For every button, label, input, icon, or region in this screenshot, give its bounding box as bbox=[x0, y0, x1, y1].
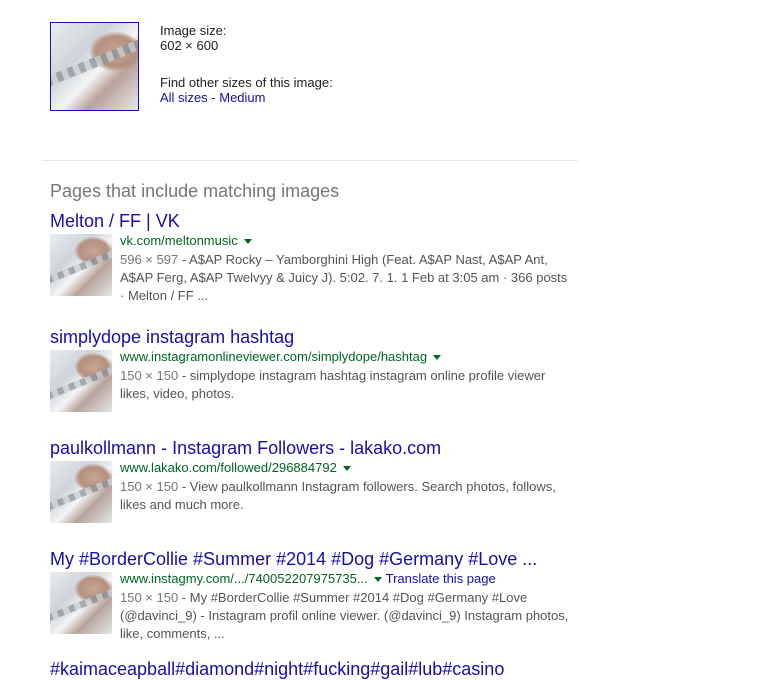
dropdown-caret-icon[interactable] bbox=[373, 577, 382, 583]
result-title-link[interactable]: My #BorderCollie #Summer #2014 #Dog #Ger… bbox=[50, 549, 537, 570]
section-divider bbox=[42, 160, 578, 161]
result-dimensions: 150 × 150 bbox=[120, 479, 179, 494]
link-separator: - bbox=[207, 90, 220, 105]
result-thumbnail[interactable] bbox=[50, 234, 112, 296]
result-snippet: 150 × 150 - View paulkollmann Instagram … bbox=[120, 478, 570, 514]
snippet-line: like, comments, ... bbox=[120, 626, 225, 641]
section-title: Pages that include matching images bbox=[50, 181, 340, 201]
query-image-thumbnail[interactable] bbox=[50, 22, 139, 111]
snippet-line: likes, video, photos. bbox=[120, 386, 235, 401]
result-url: www.lakako.com/followed/296884792 bbox=[120, 460, 351, 475]
result-thumbnail[interactable] bbox=[50, 350, 112, 412]
result-snippet: 150 × 150 - My #BorderCollie #Summer #20… bbox=[120, 589, 570, 643]
image-size-label: Image size: bbox=[160, 23, 227, 38]
result-dimensions: 596 × 597 bbox=[120, 252, 179, 267]
result-dimensions: 150 × 150 bbox=[120, 590, 179, 605]
dropdown-caret-icon[interactable] bbox=[433, 355, 442, 361]
result-url: vk.com/meltonmusic bbox=[120, 233, 252, 248]
result-thumbnail[interactable] bbox=[50, 461, 112, 523]
snippet-line: likes and much more. bbox=[120, 497, 244, 512]
find-other-sizes-label: Find other sizes of this image: bbox=[160, 75, 333, 90]
result-url-text: www.lakako.com/followed/296884792 bbox=[120, 460, 337, 475]
result-dimensions: 150 × 150 bbox=[120, 368, 179, 383]
snippet-line: - My #BorderCollie #Summer #2014 #Dog #G… bbox=[178, 590, 528, 605]
snippet-line: - A$AP Rocky – Yamborghini High (Feat. A… bbox=[178, 252, 548, 267]
translate-page-link[interactable]: Translate this page bbox=[386, 571, 496, 586]
medium-size-link[interactable]: Medium bbox=[219, 90, 265, 105]
dropdown-caret-icon[interactable] bbox=[342, 466, 351, 472]
result-snippet: 596 × 597 - A$AP Rocky – Yamborghini Hig… bbox=[120, 251, 570, 305]
result-url-text: www.instagramonlineviewer.com/simplydope… bbox=[120, 349, 428, 364]
result-snippet: 150 × 150 - simplydope instagram hashtag… bbox=[120, 367, 570, 403]
result-url-text: www.instagmy.com/.../740052207975735... bbox=[120, 571, 368, 586]
result-url: www.instagmy.com/.../740052207975735... T… bbox=[120, 571, 496, 586]
result-url-text: vk.com/meltonmusic bbox=[120, 233, 238, 248]
result-title-link[interactable]: simplydope instagram hashtag bbox=[50, 327, 294, 348]
snippet-line: - View paulkollmann Instagram followers.… bbox=[178, 479, 556, 494]
result-title-link[interactable]: Melton / FF | VK bbox=[50, 211, 180, 232]
snippet-line: A$AP Ferg, A$AP Twelvyy & Juicy J). 5:02… bbox=[120, 270, 568, 285]
all-sizes-link[interactable]: All sizes bbox=[160, 90, 208, 105]
result-thumbnail[interactable] bbox=[50, 572, 112, 634]
dropdown-caret-icon[interactable] bbox=[243, 239, 252, 245]
image-size-value: 602 × 600 bbox=[160, 38, 219, 53]
snippet-line: (@davinci_9) - Instagram profil online v… bbox=[120, 608, 569, 623]
snippet-line: · Melton / FF ... bbox=[120, 288, 209, 303]
result-url: www.instagramonlineviewer.com/simplydope… bbox=[120, 349, 442, 364]
result-title-link[interactable]: paulkollmann - Instagram Followers - lak… bbox=[50, 438, 441, 459]
other-sizes-links: All sizes - Medium bbox=[160, 90, 266, 106]
snippet-line: - simplydope instagram hashtag instagram… bbox=[178, 368, 546, 383]
